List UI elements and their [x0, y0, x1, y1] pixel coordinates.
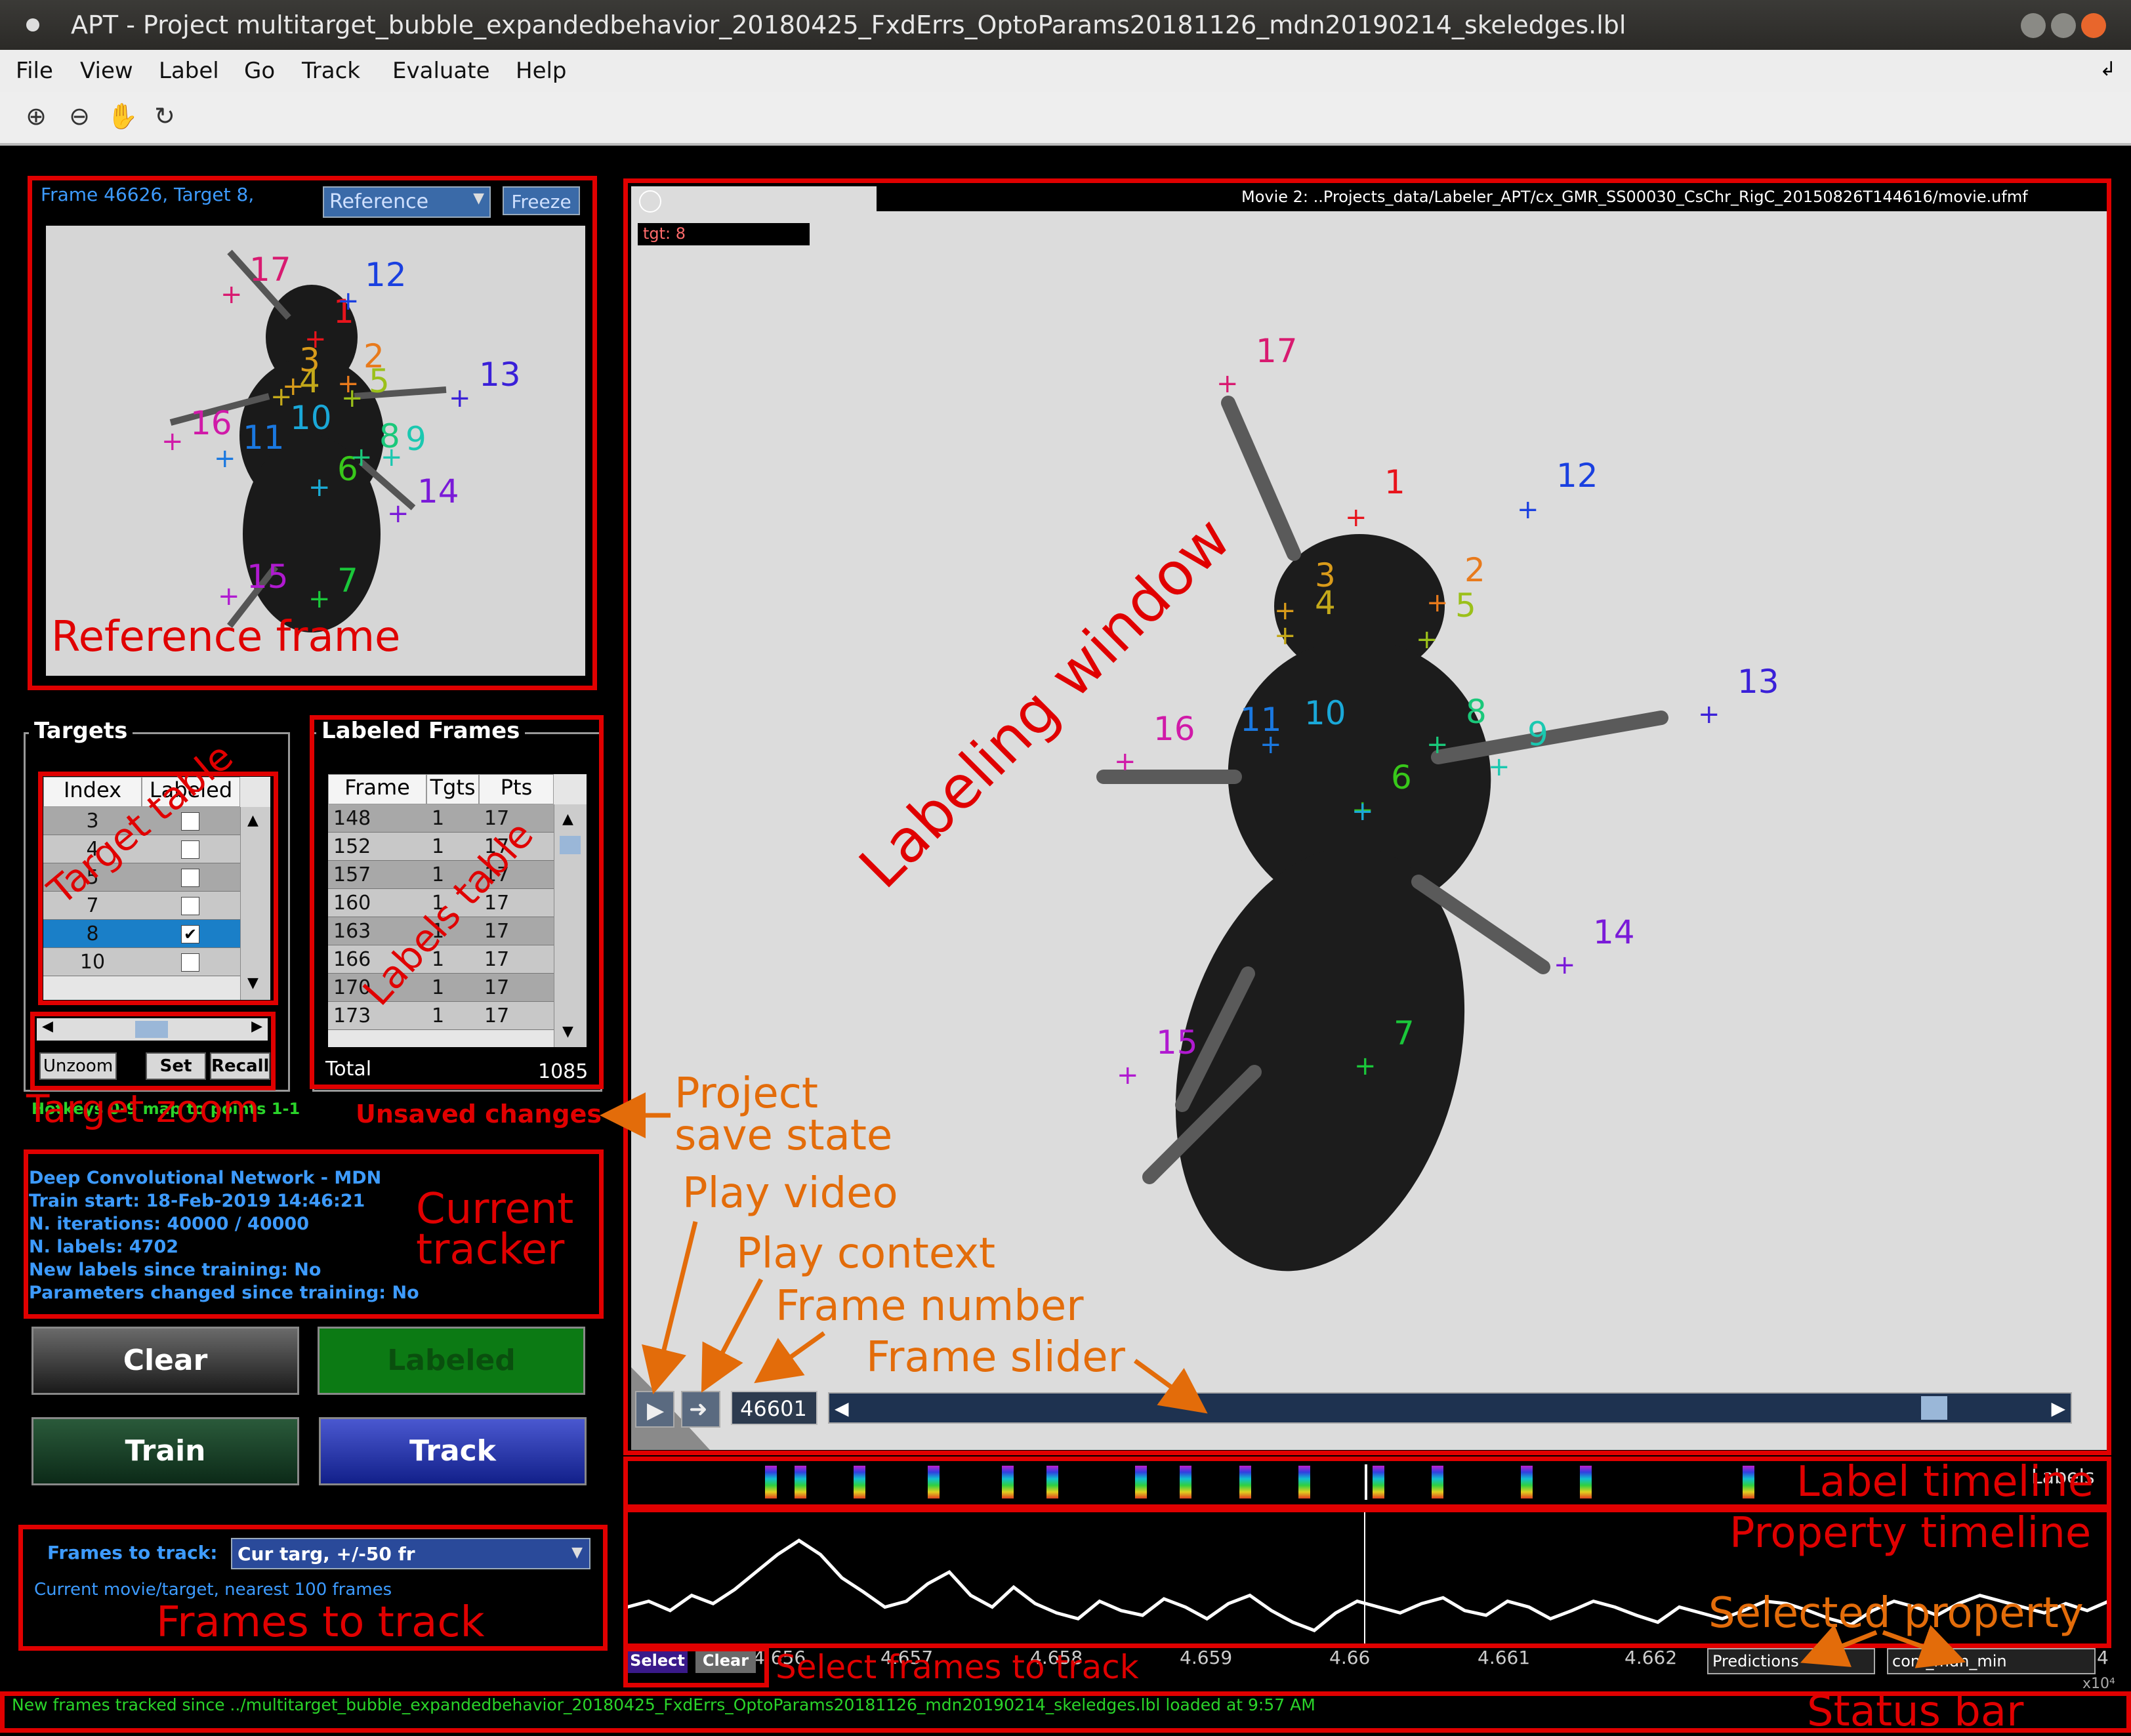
property-type-value: Predictions [1712, 1652, 1799, 1670]
pan-hand-icon[interactable]: ✋ [106, 100, 139, 133]
menu-evaluate[interactable]: Evaluate [392, 58, 490, 84]
menu-label[interactable]: Label [159, 58, 219, 84]
property-type-dropdown[interactable]: Predictions [1707, 1648, 1875, 1674]
clear-button[interactable]: Clear [31, 1327, 299, 1395]
target-zoom-box [30, 1012, 276, 1090]
maximize-icon[interactable] [2051, 13, 2076, 38]
annotation-frame-slider: Frame slider [866, 1333, 1125, 1382]
targets-title: Targets [29, 718, 133, 744]
annotation-project-save-2: save state [674, 1111, 893, 1160]
property-dropdown[interactable]: conf_mdn_min [1887, 1648, 2096, 1674]
annotation-play-context: Play context [736, 1230, 996, 1278]
annotation-frame-number: Frame number [776, 1282, 1084, 1331]
annotation-selected-property: Selected property [1708, 1589, 2084, 1638]
menu-go[interactable]: Go [244, 58, 275, 84]
toolbar: ⊕ ⊖ ✋ ↻ [0, 92, 2131, 146]
zoom-in-icon[interactable]: ⊕ [20, 100, 52, 133]
title-bar: APT - Project multitarget_bubble_expande… [0, 0, 2131, 50]
annotation-project-save-1: Project [674, 1069, 818, 1118]
window-title: APT - Project multitarget_bubble_expande… [71, 10, 1626, 39]
labeled-button[interactable]: Labeled [318, 1327, 585, 1395]
annotation-play-video: Play video [682, 1169, 898, 1218]
tick-label: 4.662 [1624, 1647, 1678, 1668]
menu-view[interactable]: View [80, 58, 133, 84]
train-button[interactable]: Train [31, 1417, 299, 1485]
menu-overflow-icon[interactable]: ↲ [2100, 58, 2116, 81]
annotation-property-timeline: Property timeline [1729, 1509, 2092, 1558]
annotation-label-timeline: Label timeline [1796, 1458, 2094, 1506]
menu-help[interactable]: Help [516, 58, 567, 84]
zoom-out-icon[interactable]: ⊖ [63, 100, 96, 133]
menu-file[interactable]: File [16, 58, 53, 84]
select-frames-box [623, 1647, 769, 1687]
annotation-reference-frame: Reference frame [51, 613, 401, 661]
menu-track[interactable]: Track [302, 58, 360, 84]
annotation-target-zoom: Target zoom [26, 1086, 260, 1131]
tick-label: 4.659 [1180, 1647, 1233, 1668]
track-button[interactable]: Track [319, 1417, 587, 1485]
app-icon [26, 18, 39, 31]
annotation-frames-to-track: Frames to track [156, 1598, 485, 1647]
unsaved-changes: Unsaved changes [356, 1100, 602, 1128]
menu-bar: File View Label Go Track Evaluate Help ↲ [0, 50, 2131, 93]
axis-exponent: x10⁴ [2082, 1676, 2115, 1692]
rotate-icon[interactable]: ↻ [148, 100, 181, 133]
annotation-status-bar: Status bar [1807, 1687, 2024, 1736]
tick-label: 4.66 [1329, 1647, 1371, 1668]
minimize-icon[interactable] [2021, 13, 2046, 38]
tick-label: 4.661 [1478, 1647, 1531, 1668]
close-icon[interactable] [2081, 13, 2106, 38]
property-value: conf_mdn_min [1892, 1652, 2007, 1670]
annotation-current-tracker-2: tracker [416, 1226, 565, 1274]
tick-label: 4.665 [2097, 1647, 2110, 1668]
annotation-select-frames: Select frames to track [776, 1648, 1139, 1686]
